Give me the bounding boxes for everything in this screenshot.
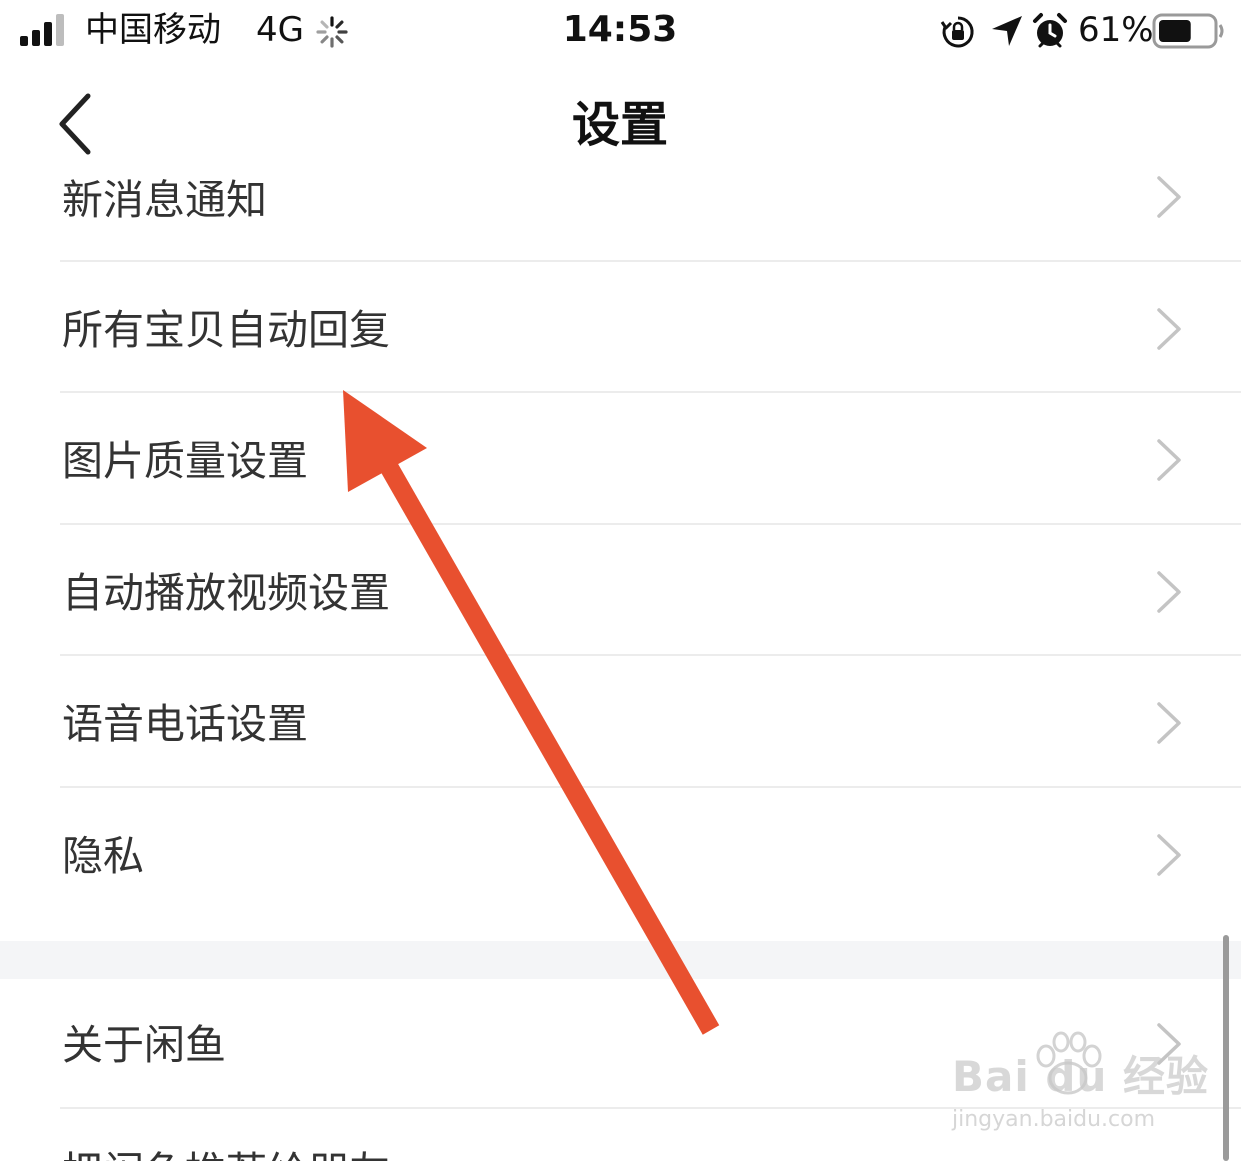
settings-item-label: 隐私 [62, 831, 144, 880]
settings-item-voice-call[interactable]: 语音电话设置 [0, 656, 1241, 788]
settings-item-recommend-partial[interactable]: 把闲鱼推荐给朋友 [62, 1146, 390, 1161]
settings-item-label: 图片质量设置 [62, 437, 308, 486]
chevron-right-icon [1157, 439, 1181, 481]
scrollbar[interactable] [1223, 935, 1229, 1161]
settings-item-label: 自动播放视频设置 [62, 568, 390, 617]
chevron-right-icon [1157, 702, 1181, 745]
watermark-logo: Bai du 经验 [952, 1052, 1209, 1101]
chevron-right-icon [1157, 571, 1181, 613]
battery-percent: 61% [1078, 10, 1154, 50]
network-type: 4G [256, 10, 304, 50]
section-separator [0, 941, 1241, 979]
settings-item-privacy[interactable]: 隐私 [0, 788, 1241, 920]
baidu-jingyan-watermark: Bai du 经验 jingyan.baidu.com [952, 1030, 1208, 1140]
settings-item-new-message-notification[interactable]: 新消息通知 [0, 130, 1241, 262]
chevron-right-icon [1157, 176, 1181, 218]
settings-item-autoplay-video[interactable]: 自动播放视频设置 [0, 525, 1241, 657]
alarm-icon [1033, 13, 1067, 48]
carrier-name: 中国移动 [85, 10, 221, 50]
battery-icon [1152, 13, 1224, 49]
location-icon [992, 16, 1022, 46]
settings-item-label: 所有宝贝自动回复 [62, 305, 390, 354]
settings-screen: 中国移动 4G 14:53 61% 设置 新消息通知 所有宝贝自动回复 图片质量… [0, 0, 1241, 1161]
status-bar: 中国移动 4G 14:53 61% [0, 0, 1241, 62]
settings-item-label: 新消息通知 [62, 176, 267, 224]
settings-list: 新消息通知 所有宝贝自动回复 图片质量设置 自动播放视频设置 语音电话设置 隐私 [0, 150, 1241, 920]
settings-item-label: 关于闲鱼 [62, 1021, 226, 1069]
settings-item-auto-reply[interactable]: 所有宝贝自动回复 [0, 262, 1241, 394]
chevron-right-icon [1157, 834, 1181, 876]
settings-item-label: 语音电话设置 [62, 700, 308, 749]
status-time: 14:53 [562, 9, 678, 50]
settings-item-image-quality[interactable]: 图片质量设置 [0, 393, 1241, 525]
watermark-url: jingyan.baidu.com [952, 1107, 1156, 1132]
chevron-right-icon [1157, 307, 1181, 350]
signal-icon [20, 14, 64, 46]
loading-icon [316, 16, 348, 48]
orientation-lock-icon [940, 16, 974, 48]
